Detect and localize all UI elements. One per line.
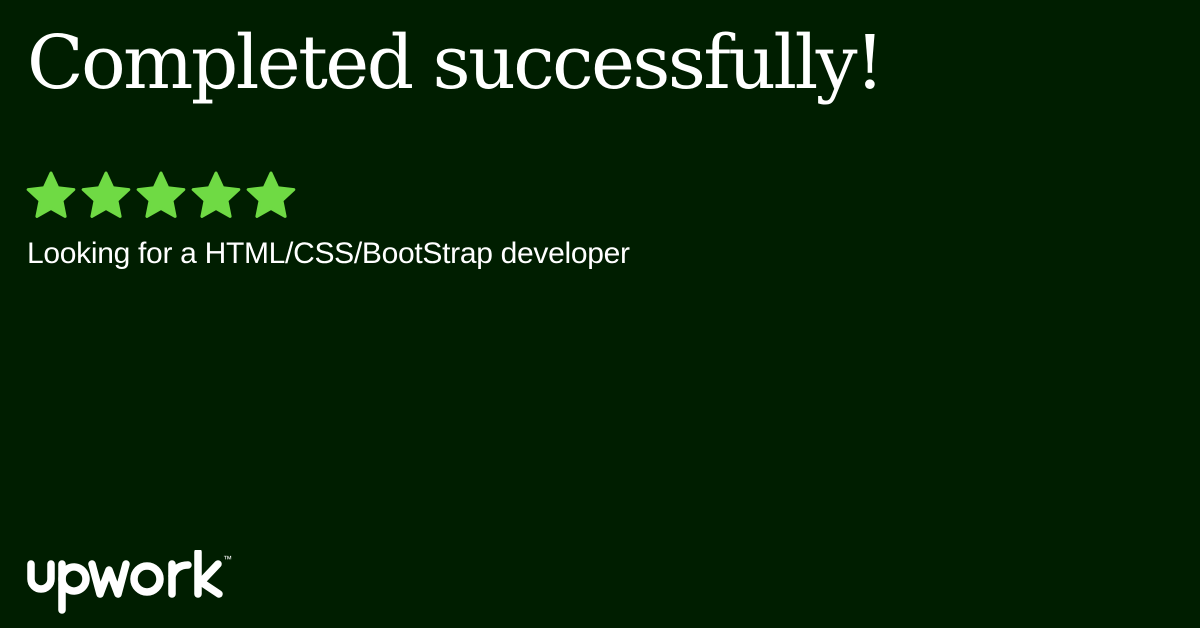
- upwork-logo-icon: ™: [27, 550, 232, 614]
- trademark-mark: ™: [223, 554, 232, 564]
- star-icon: [191, 171, 241, 218]
- completion-card: Completed successfully! Looking for a HT…: [0, 0, 1200, 628]
- job-title: Looking for a HTML/CSS/BootStrap develop…: [27, 237, 630, 270]
- star-icon: [246, 171, 296, 218]
- headline: Completed successfully!: [27, 20, 885, 106]
- star-icon: [136, 171, 186, 218]
- star-rating: [26, 171, 296, 221]
- star-icon: [26, 171, 76, 218]
- upwork-logo: upwork ™: [26, 550, 236, 618]
- star-icon: [81, 171, 131, 218]
